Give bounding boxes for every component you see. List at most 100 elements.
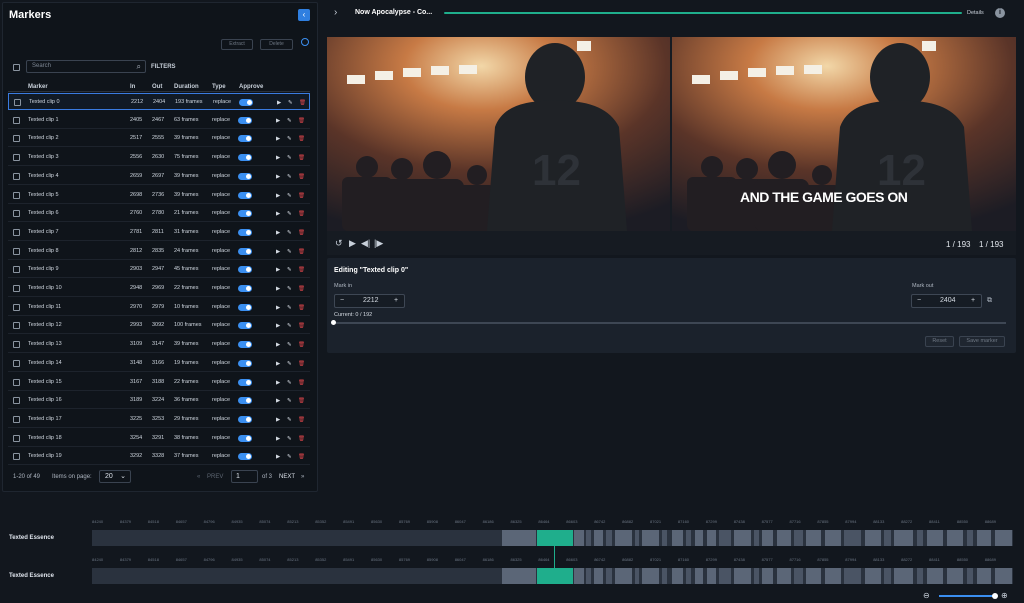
decrement-icon[interactable]: − <box>917 297 921 304</box>
timeline-clip[interactable] <box>594 530 604 546</box>
approve-toggle[interactable] <box>238 210 252 218</box>
timeline-clip[interactable] <box>642 568 660 584</box>
timeline-clip[interactable] <box>806 530 822 546</box>
timeline-clip[interactable] <box>586 568 592 584</box>
marker-row[interactable]: Texted clip 4 2659 2697 39 frames replace ▶ ✎ 🗑 <box>8 168 310 185</box>
timeline-clip[interactable] <box>777 568 792 584</box>
delete-icon[interactable]: 🗑 <box>298 416 305 424</box>
marker-row[interactable]: Texted clip 16 3189 3224 36 frames replace ▶ ✎… <box>8 392 310 410</box>
play-icon[interactable]: ▶ <box>276 453 280 461</box>
row-checkbox[interactable] <box>13 303 20 311</box>
delete-icon[interactable]: 🗑 <box>298 397 305 405</box>
approve-toggle[interactable] <box>238 303 252 311</box>
approve-toggle[interactable] <box>238 266 252 274</box>
delete-icon[interactable]: 🗑 <box>299 99 306 107</box>
col-out[interactable]: Out <box>152 84 162 90</box>
row-checkbox[interactable] <box>13 191 20 199</box>
edit-icon[interactable]: ✎ <box>287 341 292 349</box>
timeline-clip[interactable] <box>927 530 944 546</box>
timeline-track[interactable] <box>92 530 1013 546</box>
timeline-clip[interactable] <box>894 530 914 546</box>
step-forward-icon[interactable]: |▶ <box>374 238 383 248</box>
timeline-clip[interactable] <box>695 568 704 584</box>
approve-toggle[interactable] <box>238 415 252 423</box>
timeline-clip[interactable] <box>995 568 1013 584</box>
save-marker-button[interactable]: Save marker <box>959 336 1005 347</box>
search-input[interactable]: Search ⌕ <box>26 60 146 73</box>
timeline-clip[interactable] <box>707 530 717 546</box>
row-checkbox[interactable] <box>13 247 20 255</box>
row-checkbox[interactable] <box>13 359 20 367</box>
delete-icon[interactable]: 🗑 <box>298 192 305 200</box>
timeline-clip[interactable] <box>502 530 537 546</box>
marker-row[interactable]: Texted clip 0 2212 2404 193 frames replace ▶ ✎… <box>8 93 310 110</box>
timeline-clip[interactable] <box>719 568 732 584</box>
delete-icon[interactable]: 🗑 <box>298 173 305 181</box>
play-icon[interactable]: ▶ <box>276 285 280 293</box>
copy-icon[interactable]: ⧉ <box>987 297 992 305</box>
timeline-clip[interactable] <box>635 568 640 584</box>
timeline-clip[interactable] <box>606 530 613 546</box>
mark-out-value[interactable]: 2404 <box>940 297 956 304</box>
page-input[interactable]: 1 <box>231 470 258 483</box>
edit-icon[interactable]: ✎ <box>287 453 292 461</box>
play-icon[interactable]: ▶ <box>276 135 280 143</box>
timeline-clip[interactable] <box>794 530 804 546</box>
play-icon[interactable]: ▶ <box>276 341 280 349</box>
timeline-clip[interactable] <box>947 530 964 546</box>
row-checkbox[interactable] <box>13 453 20 461</box>
col-type[interactable]: Type <box>212 84 226 90</box>
marker-row[interactable]: Texted clip 13 3109 3147 39 frames replace ▶ ✎… <box>8 336 310 354</box>
row-checkbox[interactable] <box>13 322 20 330</box>
timeline-track[interactable] <box>92 568 1013 584</box>
play-icon[interactable]: ▶ <box>276 248 280 256</box>
row-checkbox[interactable] <box>13 154 20 162</box>
timeline-clip[interactable] <box>672 568 684 584</box>
delete-icon[interactable]: 🗑 <box>298 135 305 143</box>
timeline-clip[interactable] <box>967 530 974 546</box>
edit-icon[interactable]: ✎ <box>287 248 292 256</box>
edit-icon[interactable]: ✎ <box>287 154 292 162</box>
decrement-icon[interactable]: − <box>340 297 344 304</box>
marker-row[interactable]: Texted clip 5 2698 2736 39 frames replace ▶ ✎ 🗑 <box>8 187 310 204</box>
approve-toggle[interactable] <box>238 341 252 349</box>
edit-icon[interactable]: ✎ <box>288 99 293 107</box>
filters-button[interactable]: FILTERS <box>151 64 176 70</box>
reset-button[interactable]: Reset <box>925 336 954 347</box>
edit-icon[interactable]: ✎ <box>287 435 292 443</box>
marker-row[interactable]: Texted clip 17 3225 3253 29 frames replace ▶ ✎… <box>8 411 310 428</box>
approve-toggle[interactable] <box>238 397 252 405</box>
marker-row[interactable]: Texted clip 7 2781 2811 31 frames replace ▶ ✎ 🗑 <box>8 224 310 241</box>
timeline-clip[interactable] <box>995 530 1013 546</box>
delete-icon[interactable]: 🗑 <box>298 210 305 218</box>
timeline-clip[interactable] <box>894 568 914 584</box>
row-checkbox[interactable] <box>13 228 20 236</box>
marker-row[interactable]: Texted clip 6 2760 2780 21 frames replace ▶ ✎ 🗑 <box>8 205 310 223</box>
row-checkbox[interactable] <box>13 378 20 386</box>
marker-row[interactable]: Texted clip 12 2993 3092 100 frames replace ▶… <box>8 317 310 335</box>
edit-icon[interactable]: ✎ <box>287 135 292 143</box>
edit-icon[interactable]: ✎ <box>287 173 292 181</box>
col-marker[interactable]: Marker <box>28 84 48 90</box>
zoom-out-icon[interactable]: ⊖ <box>923 591 930 600</box>
info-icon[interactable]: i <box>995 8 1005 18</box>
details-link[interactable]: Details <box>967 10 984 16</box>
timeline-clip[interactable] <box>917 530 924 546</box>
edit-icon[interactable]: ✎ <box>287 397 292 405</box>
mark-in-value[interactable]: 2212 <box>363 297 379 304</box>
timeline-clip[interactable] <box>794 568 804 584</box>
marker-row[interactable]: Texted clip 10 2948 2969 22 frames replace ▶ ✎… <box>8 280 310 297</box>
marker-row[interactable]: Texted clip 9 2903 2947 45 frames replace ▶ ✎ 🗑 <box>8 261 310 279</box>
timeline-clip[interactable] <box>884 568 892 584</box>
play-icon[interactable]: ▶ <box>349 238 356 248</box>
play-icon[interactable]: ▶ <box>276 435 280 443</box>
approve-toggle[interactable] <box>238 285 252 292</box>
delete-icon[interactable]: 🗑 <box>298 229 305 237</box>
approve-toggle[interactable] <box>239 99 253 106</box>
timeline-clip[interactable] <box>844 568 862 584</box>
timeline-clip[interactable] <box>574 530 585 546</box>
play-icon[interactable]: ▶ <box>276 379 280 387</box>
timeline-clip[interactable] <box>754 568 760 584</box>
edit-icon[interactable]: ✎ <box>287 266 292 274</box>
increment-icon[interactable]: + <box>394 297 398 304</box>
